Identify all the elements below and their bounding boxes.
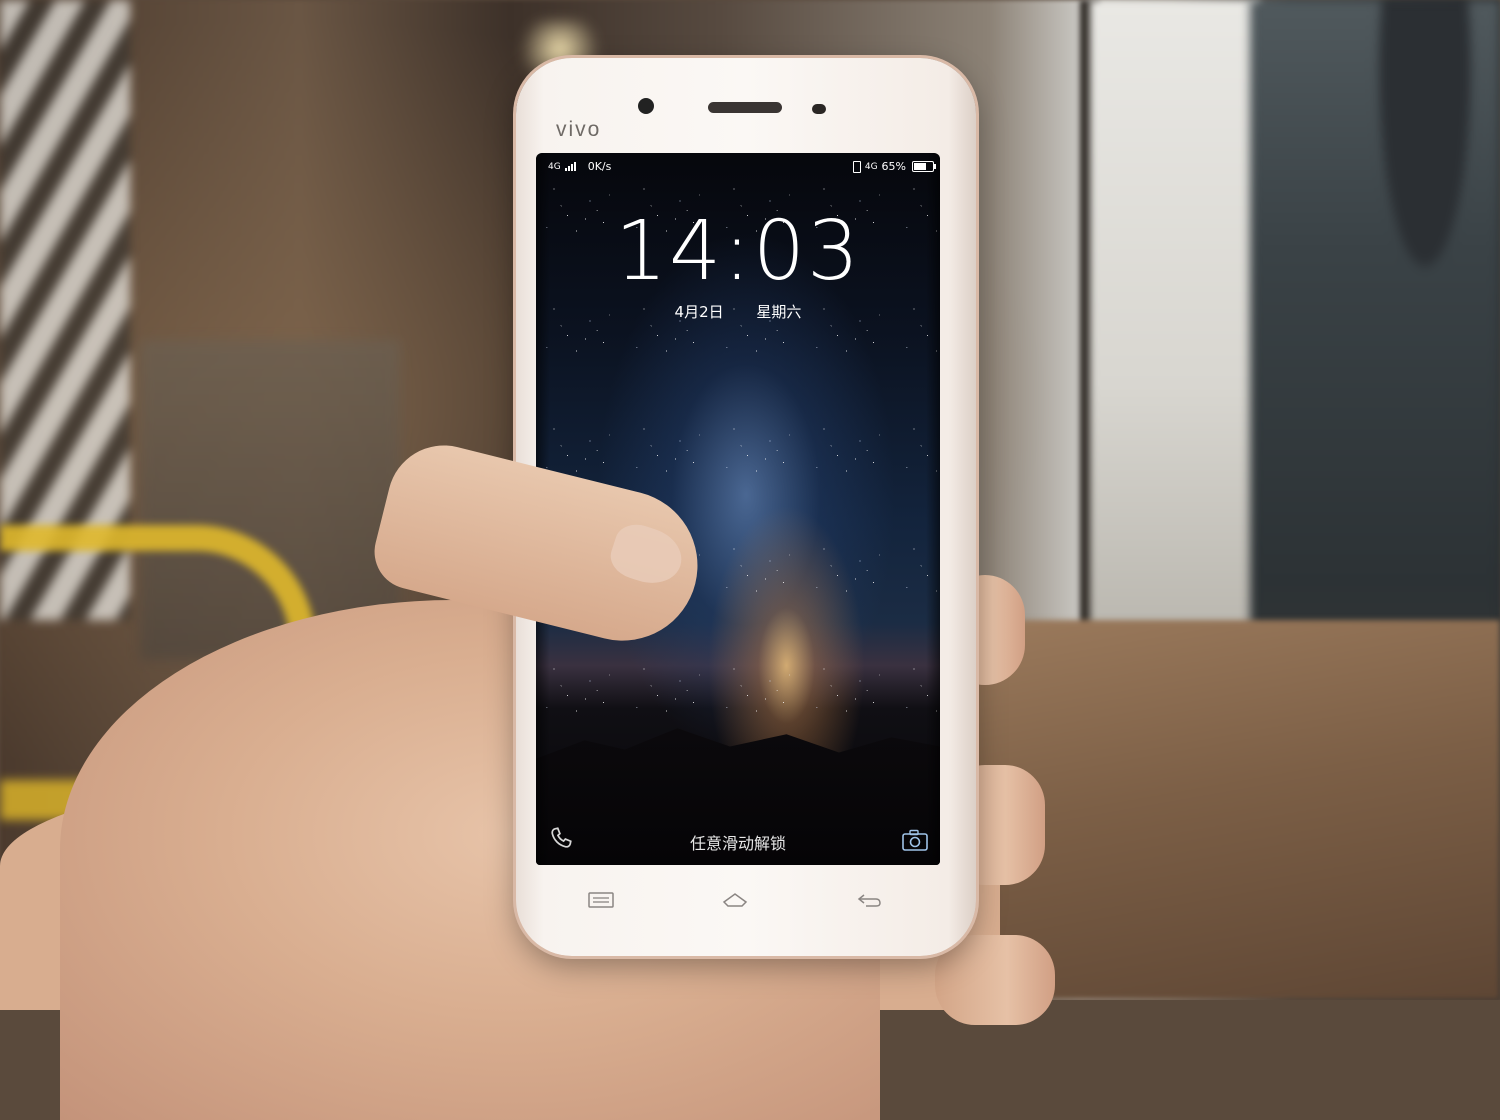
front-camera: [638, 98, 654, 114]
status-right: 4G 65%: [852, 160, 936, 173]
finger-ring: [935, 935, 1055, 1025]
battery-icon: [912, 161, 936, 172]
camera-icon[interactable]: [902, 829, 928, 851]
home-icon[interactable]: [720, 890, 750, 910]
earpiece: [708, 102, 782, 113]
lock-date: 4月2日: [674, 303, 724, 321]
network-type-right: 4G: [864, 161, 878, 172]
lock-date-row: 4月2日 星期六: [536, 301, 940, 322]
network-type: 4G: [548, 161, 561, 172]
brand-logo: vivo: [556, 118, 602, 141]
background-window: [1090, 0, 1260, 640]
proximity-sensor: [812, 104, 826, 114]
status-bar: 4G 0K/s 4G 65%: [536, 153, 940, 181]
lock-weekday: 星期六: [756, 303, 802, 321]
battery-percent: 65%: [881, 160, 906, 173]
unlock-hint: 任意滑动解锁: [689, 834, 786, 853]
vibrate-icon: [852, 160, 861, 173]
battery-level: [914, 163, 926, 170]
network-speed: 0K/s: [587, 160, 612, 173]
back-icon[interactable]: [854, 890, 884, 910]
status-left: 4G 0K/s: [548, 160, 611, 173]
signal-icon: [564, 162, 576, 171]
menu-icon[interactable]: [586, 890, 616, 910]
lock-clock: 14:03: [614, 204, 862, 299]
